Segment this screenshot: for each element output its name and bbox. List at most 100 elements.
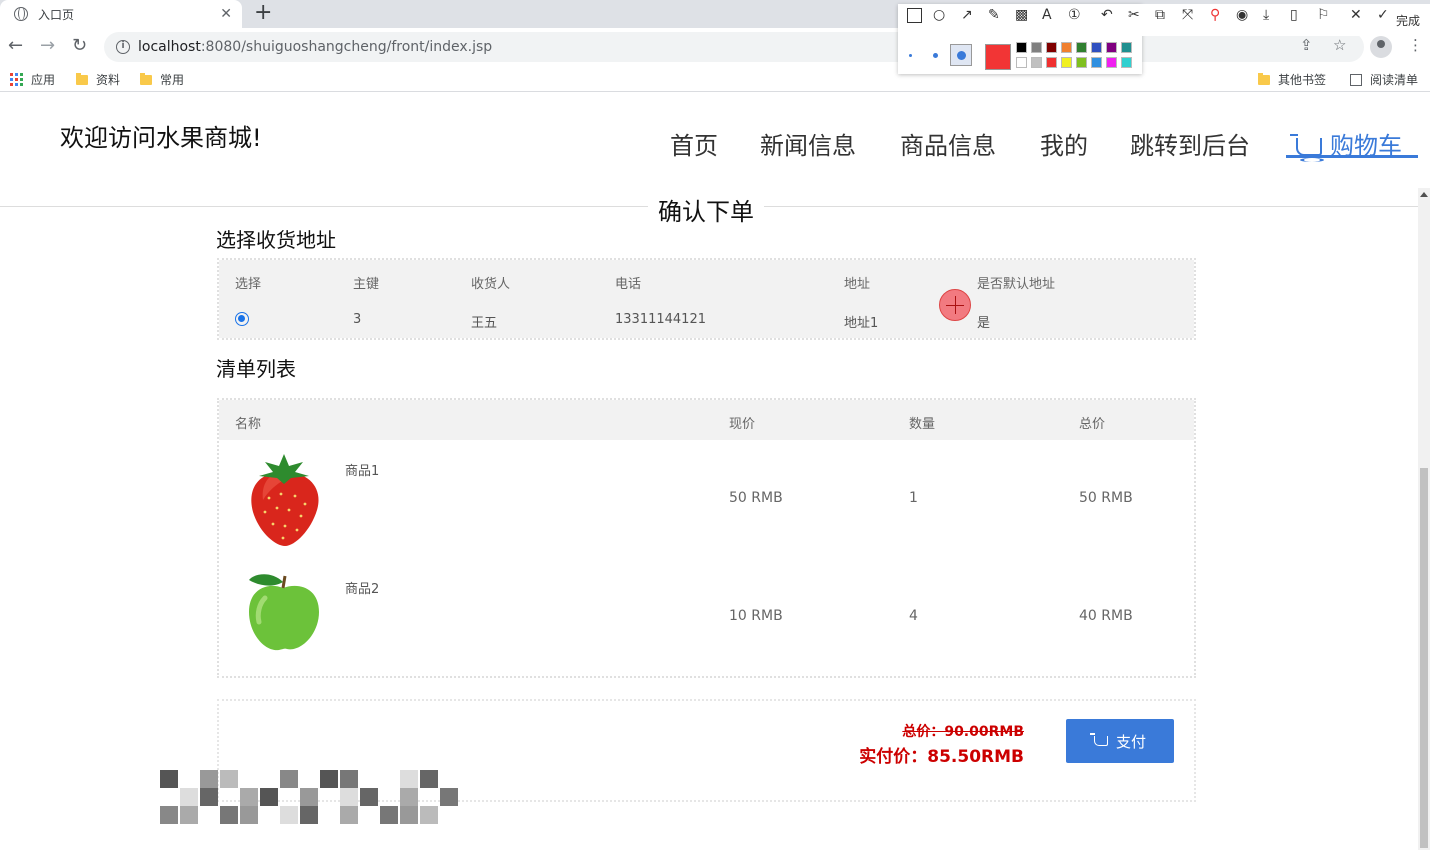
pay-button[interactable]: 支付: [1066, 719, 1174, 763]
mosaic-block: [300, 806, 318, 824]
url-host: localhost: [138, 39, 201, 55]
table-row[interactable]: 3 王五 13311144121 地址1 是: [219, 300, 1194, 338]
translate-icon[interactable]: ⧉: [1155, 8, 1165, 22]
page-content: 欢迎访问水果商城! 首页 新闻信息 商品信息 我的 跳转到后台 购物车 确认下单…: [0, 98, 1418, 850]
color-swatch[interactable]: [1046, 42, 1057, 53]
current-color-swatch[interactable]: [985, 44, 1011, 70]
record-icon[interactable]: ◉: [1236, 8, 1248, 22]
address-bar[interactable]: i localhost:8080/shuiguoshangcheng/front…: [104, 32, 1364, 62]
color-swatch[interactable]: [1076, 42, 1087, 53]
check-icon[interactable]: ✓: [1377, 8, 1389, 22]
mosaic-block: [440, 788, 458, 806]
brush-size-large-selected[interactable]: [950, 44, 972, 66]
bookmark-icon[interactable]: ⚐: [1317, 8, 1330, 22]
menu-dots-icon[interactable]: ⋮: [1408, 36, 1423, 54]
download-icon[interactable]: ⤓: [1263, 8, 1269, 22]
bookmark-folder[interactable]: 常用: [140, 71, 184, 88]
scissors-icon[interactable]: ✂: [1128, 8, 1140, 22]
number-tool-icon[interactable]: ①: [1068, 8, 1081, 22]
mosaic-block: [340, 770, 358, 788]
mosaic-block: [400, 770, 418, 788]
folder-icon: [1258, 72, 1270, 85]
brush-dot-icon: [957, 51, 966, 60]
nav-home[interactable]: 首页: [670, 126, 718, 161]
address-radio[interactable]: [235, 312, 249, 326]
item-price: 50 RMB: [729, 490, 783, 506]
profile-avatar[interactable]: [1370, 36, 1392, 58]
color-swatch[interactable]: [1046, 57, 1057, 68]
address-section-title: 选择收货地址: [216, 228, 336, 252]
table-row: 商品2 10 RMB 4 40 RMB: [219, 558, 1194, 676]
bookmark-label: 应用: [31, 73, 56, 87]
mosaic-block: [260, 788, 278, 806]
mosaic-block: [340, 806, 358, 824]
pin-icon[interactable]: ⚲: [1210, 8, 1220, 22]
star-icon[interactable]: ☆: [1333, 36, 1346, 54]
color-swatch[interactable]: [1106, 57, 1117, 68]
expand-icon[interactable]: ⤧: [1182, 8, 1193, 22]
new-tab-icon[interactable]: +: [254, 1, 272, 25]
color-swatch[interactable]: [1121, 42, 1132, 53]
mosaic-block: [400, 788, 418, 806]
color-swatch[interactable]: [1091, 57, 1102, 68]
undo-icon[interactable]: ↶: [1101, 8, 1113, 22]
item-price: 10 RMB: [729, 608, 783, 624]
color-swatch[interactable]: [1016, 42, 1027, 53]
color-swatch[interactable]: [1061, 42, 1072, 53]
back-icon[interactable]: ←: [8, 36, 23, 56]
bookmark-folder[interactable]: 资料: [76, 71, 120, 88]
header-qty: 数量: [909, 417, 936, 432]
rectangle-tool-icon[interactable]: [907, 8, 922, 23]
color-swatch[interactable]: [1091, 42, 1102, 53]
brush-size-small-icon[interactable]: [909, 54, 912, 57]
page-scrollbar[interactable]: [1418, 188, 1430, 850]
brush-size-medium-icon[interactable]: [933, 53, 938, 58]
color-swatch[interactable]: [1031, 57, 1042, 68]
color-swatch[interactable]: [1061, 57, 1072, 68]
cart-icon: [1089, 733, 1108, 746]
share-icon[interactable]: ⇪: [1300, 36, 1313, 54]
color-swatch[interactable]: [1016, 57, 1027, 68]
mosaic-block: [280, 770, 298, 788]
nav-news[interactable]: 新闻信息: [760, 126, 856, 161]
color-swatch[interactable]: [1031, 42, 1042, 53]
arrow-tool-icon[interactable]: ↗: [961, 8, 973, 22]
nav-admin[interactable]: 跳转到后台: [1130, 126, 1250, 161]
mosaic-tool-icon[interactable]: ▩: [1015, 8, 1028, 22]
header-select: 选择: [235, 277, 262, 292]
ellipse-tool-icon[interactable]: ○: [933, 8, 945, 22]
color-swatch[interactable]: [1121, 57, 1132, 68]
reload-icon[interactable]: ↻: [72, 36, 87, 56]
forward-icon[interactable]: →: [40, 36, 55, 56]
close-icon[interactable]: ✕: [220, 6, 232, 22]
phone-icon[interactable]: ▯: [1290, 8, 1298, 22]
color-swatch[interactable]: [1076, 57, 1087, 68]
pencil-tool-icon[interactable]: ✎: [988, 8, 1000, 22]
item-qty: 4: [909, 608, 918, 624]
mosaic-block: [380, 806, 398, 824]
scrollbar-thumb[interactable]: [1420, 468, 1428, 848]
mosaic-block: [160, 806, 178, 824]
cancel-icon[interactable]: ✕: [1350, 8, 1362, 22]
bookmark-apps[interactable]: 应用: [10, 71, 55, 88]
bookmark-other[interactable]: 其他书签: [1258, 71, 1326, 88]
color-swatch[interactable]: [1106, 42, 1117, 53]
bookmark-label: 其他书签: [1278, 73, 1327, 87]
header-address: 地址: [844, 277, 871, 292]
bookmark-reading-list[interactable]: 阅读清单: [1350, 71, 1418, 88]
total-price: 总价：90.00RMB: [902, 724, 1024, 740]
address-default: 是: [977, 316, 991, 331]
nav-products[interactable]: 商品信息: [900, 126, 996, 161]
strawberry-image: [251, 454, 319, 546]
green-apple-image: [249, 574, 319, 651]
browser-tab[interactable]: 入口页 ✕: [0, 0, 242, 28]
info-icon[interactable]: i: [116, 40, 130, 54]
mosaic-block: [180, 788, 198, 806]
address-recipient: 王五: [471, 316, 498, 331]
nav-mine[interactable]: 我的: [1040, 126, 1088, 161]
done-button[interactable]: 完成: [1396, 12, 1420, 29]
active-nav-underline: [1286, 155, 1418, 158]
text-tool-icon[interactable]: A: [1042, 8, 1052, 22]
folder-icon: [76, 72, 88, 85]
scroll-up-icon[interactable]: [1420, 192, 1428, 197]
